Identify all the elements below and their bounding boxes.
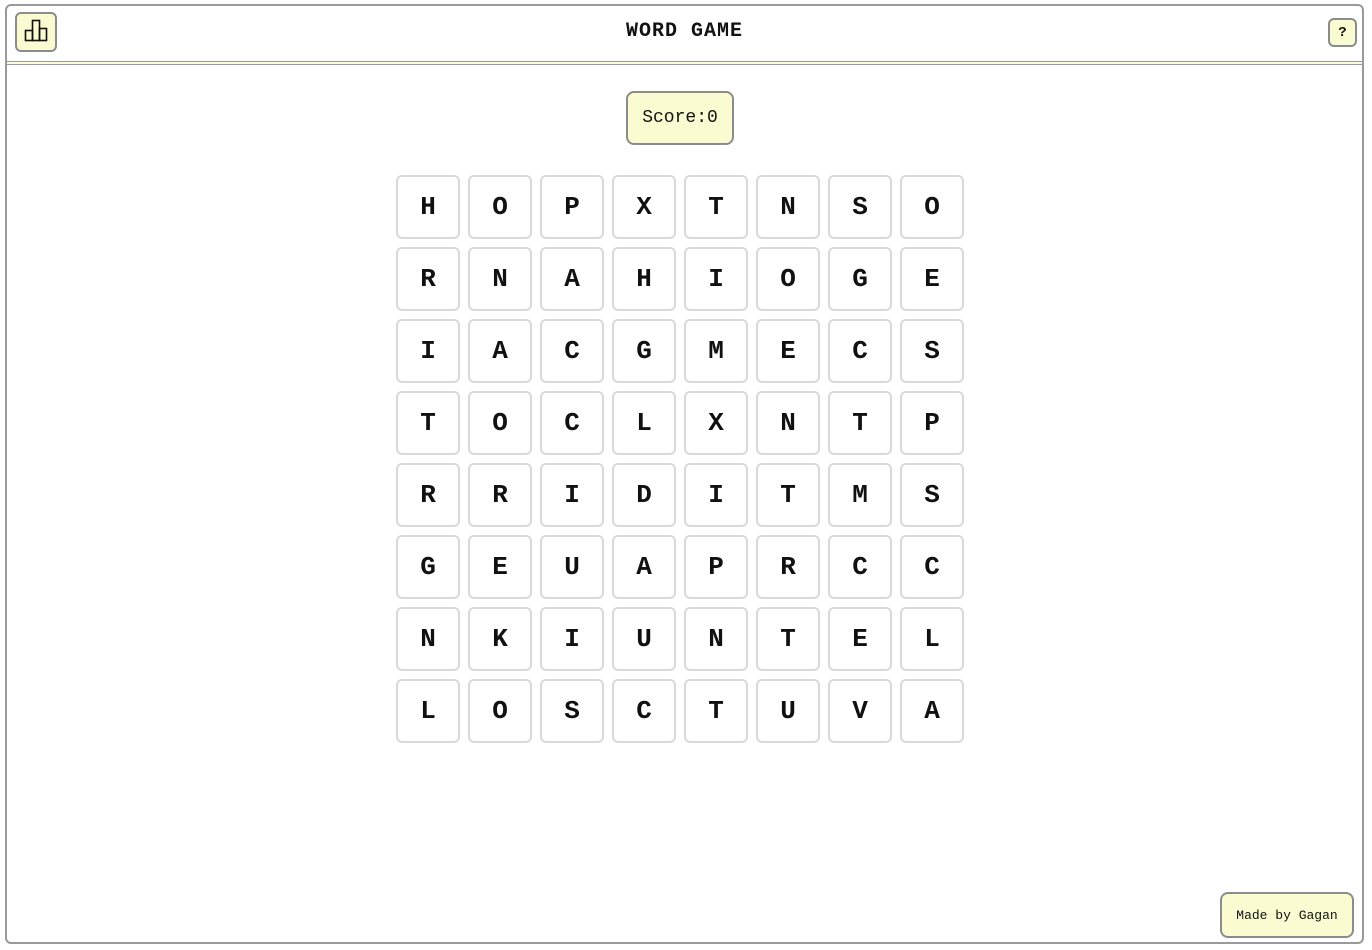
letter-tile[interactable]: S <box>900 463 964 527</box>
letter-tile[interactable]: C <box>828 319 892 383</box>
letter-tile[interactable]: D <box>612 463 676 527</box>
letter-tile[interactable]: L <box>612 391 676 455</box>
letter-tile[interactable]: I <box>684 247 748 311</box>
letter-tile[interactable]: E <box>900 247 964 311</box>
letter-tile[interactable]: G <box>396 535 460 599</box>
letter-tile[interactable]: M <box>828 463 892 527</box>
letter-tile[interactable]: I <box>396 319 460 383</box>
header: WORD GAME ? <box>7 6 1362 62</box>
letter-tile[interactable]: R <box>396 247 460 311</box>
letter-tile[interactable]: T <box>756 607 820 671</box>
letter-tile[interactable]: T <box>756 463 820 527</box>
letter-tile[interactable]: O <box>900 175 964 239</box>
letter-tile[interactable]: M <box>684 319 748 383</box>
letter-tile[interactable]: N <box>468 247 532 311</box>
letter-tile[interactable]: I <box>540 607 604 671</box>
letter-tile[interactable]: C <box>900 535 964 599</box>
letter-tile[interactable]: U <box>756 679 820 743</box>
letter-tile[interactable]: R <box>468 463 532 527</box>
letter-tile[interactable]: T <box>396 391 460 455</box>
letter-tile[interactable]: G <box>828 247 892 311</box>
letter-tile[interactable]: C <box>828 535 892 599</box>
letter-tile[interactable]: S <box>828 175 892 239</box>
letter-tile[interactable]: O <box>756 247 820 311</box>
letter-tile[interactable]: C <box>540 319 604 383</box>
letter-tile[interactable]: L <box>900 607 964 671</box>
letter-tile[interactable]: I <box>684 463 748 527</box>
page-title: WORD GAME <box>625 20 744 43</box>
letter-tile[interactable]: C <box>612 679 676 743</box>
letter-tile[interactable]: S <box>900 319 964 383</box>
letter-tile[interactable]: A <box>540 247 604 311</box>
letter-tile[interactable]: R <box>756 535 820 599</box>
letter-tile[interactable]: R <box>396 463 460 527</box>
letter-tile[interactable]: A <box>468 319 532 383</box>
letter-tile[interactable]: O <box>468 391 532 455</box>
letter-tile[interactable]: O <box>468 175 532 239</box>
letter-tile[interactable]: H <box>612 247 676 311</box>
letter-tile[interactable]: V <box>828 679 892 743</box>
letter-tile[interactable]: X <box>612 175 676 239</box>
letter-tile[interactable]: P <box>684 535 748 599</box>
letter-tile[interactable]: A <box>612 535 676 599</box>
letter-tile[interactable]: T <box>828 391 892 455</box>
letter-tile[interactable]: T <box>684 175 748 239</box>
letter-tile[interactable]: O <box>468 679 532 743</box>
letter-tile[interactable]: P <box>900 391 964 455</box>
letter-tile[interactable]: X <box>684 391 748 455</box>
letter-tile[interactable]: N <box>756 391 820 455</box>
letter-tile[interactable]: K <box>468 607 532 671</box>
letter-tile[interactable]: U <box>540 535 604 599</box>
letter-tile[interactable]: N <box>396 607 460 671</box>
letter-tile[interactable]: P <box>540 175 604 239</box>
header-divider <box>7 61 1362 65</box>
letter-tile[interactable]: I <box>540 463 604 527</box>
letter-tile[interactable]: U <box>612 607 676 671</box>
letter-grid: HOPXTNSORNAHIOGEIACGMECSTOCLXNTPRRIDITMS… <box>396 175 966 743</box>
help-button[interactable]: ? <box>1328 18 1357 47</box>
letter-tile[interactable]: T <box>684 679 748 743</box>
letter-tile[interactable]: G <box>612 319 676 383</box>
letter-tile[interactable]: C <box>540 391 604 455</box>
letter-tile[interactable]: E <box>468 535 532 599</box>
letter-tile[interactable]: E <box>756 319 820 383</box>
letter-tile[interactable]: L <box>396 679 460 743</box>
letter-tile[interactable]: S <box>540 679 604 743</box>
letter-tile[interactable]: H <box>396 175 460 239</box>
score-display: Score:0 <box>626 91 734 145</box>
letter-tile[interactable]: N <box>756 175 820 239</box>
letter-tile[interactable]: E <box>828 607 892 671</box>
letter-tile[interactable]: A <box>900 679 964 743</box>
letter-tile[interactable]: N <box>684 607 748 671</box>
credit-badge: Made by Gagan <box>1220 892 1354 938</box>
